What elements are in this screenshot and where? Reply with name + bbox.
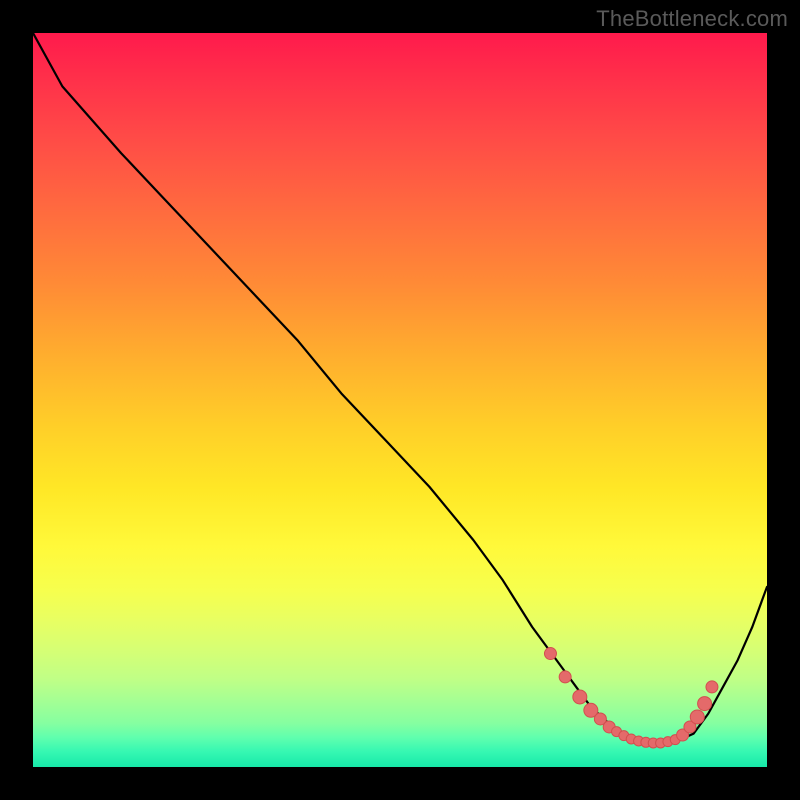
watermark-label: TheBottleneck.com	[596, 6, 788, 32]
curve-marker	[690, 710, 704, 724]
curve-marker	[544, 648, 556, 660]
curve-line	[33, 33, 767, 744]
chart-frame: TheBottleneck.com	[0, 0, 800, 800]
curve-marker	[573, 690, 587, 704]
chart-svg	[33, 33, 767, 767]
curve-marker	[698, 697, 712, 711]
curve-marker	[706, 681, 718, 693]
curve-marker	[559, 671, 571, 683]
curve-markers	[544, 648, 717, 748]
plot-area	[33, 33, 767, 767]
